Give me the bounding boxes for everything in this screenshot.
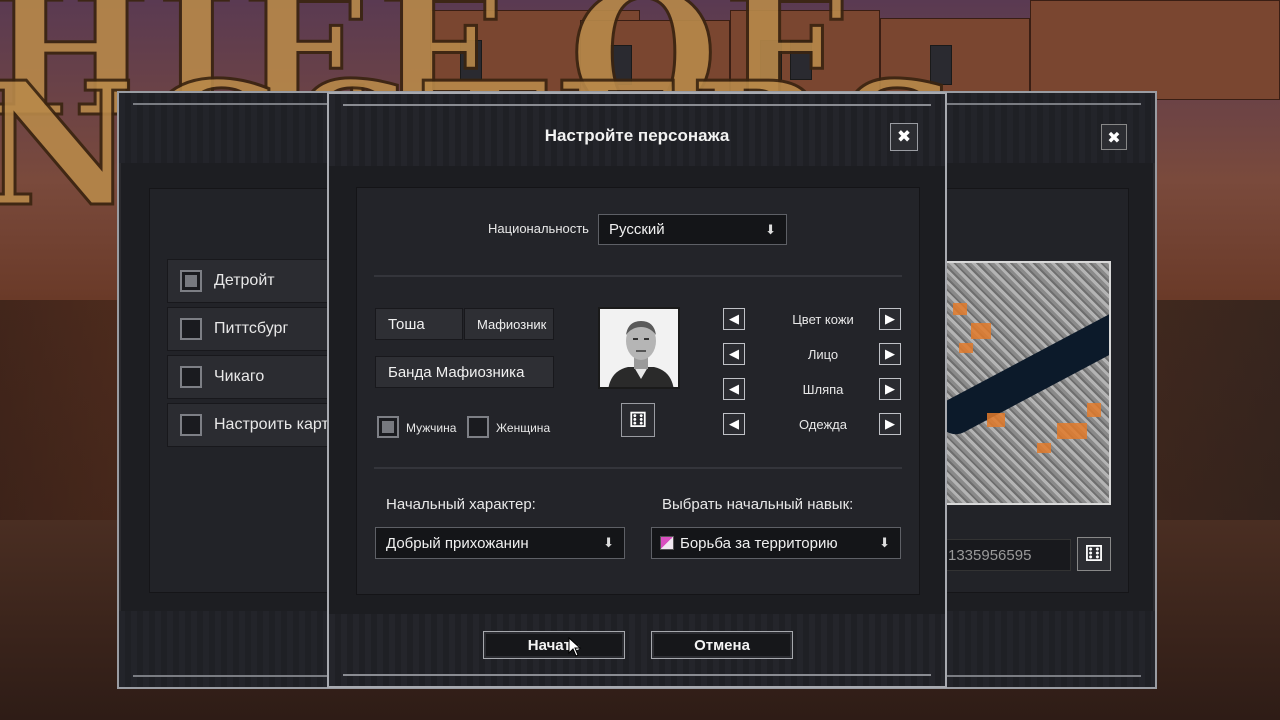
dice-icon[interactable]: ⚅ bbox=[621, 403, 655, 437]
chevron-down-icon: ⬇ bbox=[879, 535, 890, 550]
hat-label: Шляпа bbox=[802, 382, 844, 397]
dialog-title: Настройте персонажа bbox=[544, 126, 730, 145]
city-item-chicago[interactable]: Чикаго bbox=[167, 355, 337, 399]
cursor-icon bbox=[568, 637, 582, 657]
map-river bbox=[947, 305, 1109, 441]
city-label: Чикаго bbox=[214, 368, 265, 385]
divider bbox=[343, 104, 931, 106]
start-button[interactable]: Начать bbox=[483, 631, 625, 659]
divider bbox=[374, 275, 902, 277]
starting-trait-label: Начальный характер: bbox=[386, 496, 536, 513]
map-territory bbox=[1087, 403, 1101, 417]
city-item-pittsburgh[interactable]: Питтсбург bbox=[167, 307, 337, 351]
male-checkbox[interactable] bbox=[377, 416, 399, 438]
clothes-label: Одежда bbox=[798, 417, 847, 432]
last-name-field[interactable]: Мафиозник bbox=[464, 308, 554, 340]
flag-icon bbox=[660, 536, 674, 550]
map-territory bbox=[1037, 443, 1051, 453]
face-label: Лицо bbox=[807, 347, 839, 362]
face-prev-button[interactable]: ◀ bbox=[723, 343, 745, 365]
map-territory bbox=[987, 413, 1005, 427]
gang-name-field[interactable]: Банда Мафиозника bbox=[375, 356, 554, 388]
starting-skill-label: Выбрать начальный навык: bbox=[662, 496, 854, 513]
portrait-avatar bbox=[600, 309, 678, 387]
female-checkbox[interactable] bbox=[467, 416, 489, 438]
close-icon[interactable]: ✖ bbox=[1101, 124, 1127, 150]
skin-color-label: Цвет кожи bbox=[792, 312, 854, 327]
male-label: Мужчина bbox=[406, 421, 457, 435]
nationality-value: Русский bbox=[609, 221, 665, 238]
dice-icon[interactable]: ⚅ bbox=[1077, 537, 1111, 571]
clothes-prev-button[interactable]: ◀ bbox=[723, 413, 745, 435]
cancel-button[interactable]: Отмена bbox=[651, 631, 793, 659]
checkbox[interactable] bbox=[180, 366, 202, 388]
city-label: Детройт bbox=[214, 272, 275, 289]
checkbox[interactable] bbox=[180, 414, 202, 436]
background-building bbox=[1030, 0, 1280, 100]
face-next-button[interactable]: ▶ bbox=[879, 343, 901, 365]
city-list: Детройт Питтсбург Чикаго Настроить карту bbox=[167, 259, 337, 451]
starting-trait-value: Добрый прихожанин bbox=[386, 534, 529, 552]
map-territory bbox=[959, 343, 973, 353]
city-item-detroit[interactable]: Детройт bbox=[167, 259, 337, 303]
checkbox[interactable] bbox=[180, 318, 202, 340]
clothes-next-button[interactable]: ▶ bbox=[879, 413, 901, 435]
map-territory bbox=[953, 303, 967, 315]
skin-color-next-button[interactable]: ▶ bbox=[879, 308, 901, 330]
city-item-custom-map[interactable]: Настроить карту bbox=[167, 403, 337, 447]
divider bbox=[374, 467, 902, 469]
hat-next-button[interactable]: ▶ bbox=[879, 378, 901, 400]
chevron-down-icon: ⬇ bbox=[765, 221, 776, 237]
character-setup-dialog: Настройте персонажа ✖ Национальность Рус… bbox=[327, 92, 947, 688]
starting-skill-dropdown[interactable]: Борьба за территорию ⬇ bbox=[651, 527, 901, 559]
seed-input[interactable]: 1335956595 bbox=[945, 539, 1071, 571]
divider bbox=[343, 674, 931, 676]
starting-trait-dropdown[interactable]: Добрый прихожанин ⬇ bbox=[375, 527, 625, 559]
chevron-down-icon: ⬇ bbox=[603, 535, 614, 550]
map-territory bbox=[971, 323, 991, 339]
starting-skill-value: Борьба за территорию bbox=[680, 534, 838, 552]
city-map-preview bbox=[945, 261, 1111, 505]
nationality-dropdown[interactable]: Русский ⬇ bbox=[598, 214, 787, 245]
close-icon[interactable]: ✖ bbox=[890, 123, 918, 151]
hat-prev-button[interactable]: ◀ bbox=[723, 378, 745, 400]
checkbox[interactable] bbox=[180, 270, 202, 292]
first-name-field[interactable]: Тоша bbox=[375, 308, 463, 340]
female-label: Женщина bbox=[496, 421, 551, 435]
map-territory bbox=[1057, 423, 1087, 439]
character-portrait bbox=[598, 307, 680, 389]
city-label: Питтсбург bbox=[214, 320, 289, 337]
skin-color-prev-button[interactable]: ◀ bbox=[723, 308, 745, 330]
nationality-label: Национальность bbox=[488, 221, 589, 236]
city-label: Настроить карту bbox=[214, 416, 337, 433]
